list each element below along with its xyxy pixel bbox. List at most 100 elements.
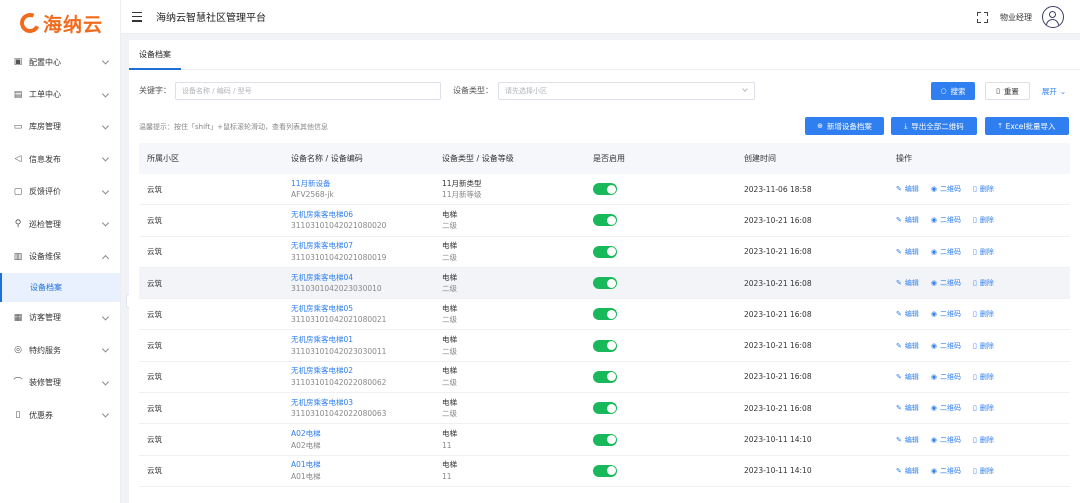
delete-button[interactable]: ▯ 删除 — [973, 278, 994, 288]
main-panel: 设备档案 关键字： 设备名称 / 编码 / 型号 设备类型： 请先选择小区 ○ 搜… — [129, 40, 1080, 503]
enabled-toggle[interactable] — [593, 402, 617, 415]
sidebar-item[interactable]: ▤ 工单中心 — [0, 78, 120, 110]
sidebar-item[interactable]: ▯ 优惠券 — [0, 399, 120, 431]
keyword-placeholder: 设备名称 / 编码 / 型号 — [182, 87, 252, 95]
device-name-link[interactable]: 无机房乘客电梯07 — [291, 240, 442, 252]
sidebar-item[interactable]: ▢ 反馈评价 — [0, 176, 120, 208]
settings-icon: ▣ — [13, 57, 23, 68]
search-button[interactable]: ○ 搜索 — [931, 82, 975, 100]
download-icon: ⤓ — [904, 121, 908, 130]
sidebar-item[interactable]: ⌒ 装修管理 — [0, 367, 120, 399]
edit-button[interactable]: ✎ 编辑 — [896, 372, 919, 382]
sidebar-item[interactable]: ◁ 信息发布 — [0, 143, 120, 175]
sidebar-subitem-device-archive[interactable]: 设备档案 — [0, 272, 120, 302]
warehouse-icon: ▭ — [13, 121, 23, 132]
qrcode-button[interactable]: ◉ 二维码 — [931, 278, 961, 288]
qrcode-button[interactable]: ◉ 二维码 — [931, 247, 961, 257]
device-name-link[interactable]: 11月新设备 — [291, 178, 442, 190]
device-type-label: 设备类型： — [453, 86, 493, 95]
enabled-toggle[interactable] — [593, 464, 617, 477]
edit-button[interactable]: ✎ 编辑 — [896, 466, 919, 476]
sidebar-item[interactable]: ▦ 访客管理 — [0, 302, 120, 334]
delete-button[interactable]: ▯ 删除 — [973, 215, 994, 225]
expand-button[interactable]: 展开 ⌄ — [1038, 82, 1070, 100]
qrcode-button[interactable]: ◉ 二维码 — [931, 309, 961, 319]
sidebar-item[interactable]: ⚲ 巡检管理 — [0, 208, 120, 240]
device-name-link[interactable]: 无机房乘客电梯06 — [291, 209, 442, 221]
delete-button[interactable]: ▯ 删除 — [973, 341, 994, 351]
keyword-input[interactable]: 设备名称 / 编码 / 型号 — [175, 82, 441, 100]
qrcode-button[interactable]: ◉ 二维码 — [931, 215, 961, 225]
menu-toggle-icon[interactable] — [132, 11, 142, 22]
avatar[interactable] — [1042, 6, 1064, 28]
enabled-toggle[interactable] — [593, 214, 617, 227]
qrcode-button[interactable]: ◉ 二维码 — [931, 372, 961, 382]
edit-button[interactable]: ✎ 编辑 — [896, 278, 919, 288]
delete-button[interactable]: ▯ 删除 — [973, 309, 994, 319]
sidebar-item[interactable]: ▣ 配置中心 — [0, 46, 120, 78]
cell-ops: ✎ 编辑 ◉ 二维码 ▯ 删除 — [896, 466, 1070, 476]
enabled-toggle[interactable] — [593, 370, 617, 383]
edit-button[interactable]: ✎ 编辑 — [896, 341, 919, 351]
edit-button[interactable]: ✎ 编辑 — [896, 247, 919, 257]
eye-icon: ◉ — [930, 372, 937, 381]
device-code: 3110310104202108​0020 — [291, 221, 387, 231]
device-name-link[interactable]: A02电梯 — [291, 428, 442, 440]
device-type-select[interactable]: 请先选择小区 — [498, 82, 755, 100]
enabled-toggle[interactable] — [593, 245, 617, 258]
device-name-link[interactable]: 无机房乘客电梯05 — [291, 303, 442, 315]
export-qrcode-button[interactable]: ⤓ 导出全部二维码 — [891, 117, 977, 135]
eye-icon: ◉ — [930, 279, 937, 288]
device-name-link[interactable]: A01电梯 — [291, 459, 442, 471]
fullscreen-icon[interactable] — [977, 11, 988, 23]
device-name-link[interactable]: 无机房乘客电梯03 — [291, 397, 442, 409]
edit-button[interactable]: ✎ 编辑 — [896, 435, 919, 445]
device-name-link[interactable]: 无机房乘客电梯02 — [291, 365, 442, 377]
device-code: 31103010420230300​10 — [291, 284, 382, 294]
coupon-icon: ▯ — [15, 410, 21, 421]
enabled-toggle[interactable] — [593, 339, 617, 352]
user-name[interactable]: 物业经理 — [1000, 12, 1032, 23]
device-level: 11 — [442, 471, 452, 481]
enabled-toggle[interactable] — [593, 183, 617, 196]
add-device-button[interactable]: ⊕ 新增设备档案 — [805, 117, 884, 135]
device-name-link[interactable]: 无机房乘客电梯01 — [291, 334, 442, 346]
edit-button[interactable]: ✎ 编辑 — [896, 215, 919, 225]
device-type: 11月新类型 — [442, 178, 482, 188]
delete-button[interactable]: ▯ 删除 — [973, 403, 994, 413]
sidebar-item[interactable]: ▥ 设备维保 — [0, 240, 120, 272]
excel-import-button[interactable]: ⤒ Excel批量导入 — [985, 117, 1069, 135]
trash-icon: ▯ — [972, 341, 977, 350]
qrcode-button[interactable]: ◉ 二维码 — [931, 341, 961, 351]
sidebar-item[interactable]: ▭ 库房管理 — [0, 111, 120, 143]
cell-enabled — [593, 402, 744, 415]
qrcode-button[interactable]: ◉ 二维码 — [931, 403, 961, 413]
delete-button[interactable]: ▯ 删除 — [973, 247, 994, 257]
tab-device-archive[interactable]: 设备档案 — [129, 40, 181, 70]
chevron-down-icon — [101, 57, 110, 65]
qrcode-button[interactable]: ◉ 二维码 — [931, 184, 961, 194]
reset-button[interactable]: ▯ 重置 — [985, 82, 1030, 100]
sidebar-item[interactable]: ◎ 特约服务 — [0, 334, 120, 366]
qrcode-button[interactable]: ◉ 二维码 — [931, 435, 961, 445]
delete-button[interactable]: ▯ 删除 — [973, 466, 994, 476]
device-name-link[interactable]: 无机房乘客电梯04 — [291, 272, 442, 284]
cell-enabled — [593, 308, 744, 321]
chevron-down-icon — [101, 122, 110, 130]
device-level: 二级 — [442, 315, 457, 325]
edit-button[interactable]: ✎ 编辑 — [896, 309, 919, 319]
tab-bar: 设备档案 — [129, 40, 1080, 70]
delete-button[interactable]: ▯ 删除 — [973, 184, 994, 194]
enabled-toggle[interactable] — [593, 308, 617, 321]
eye-icon: ◉ — [930, 341, 937, 350]
delete-button[interactable]: ▯ 删除 — [973, 372, 994, 382]
cell-enabled — [593, 245, 744, 258]
keyword-label: 关键字： — [139, 86, 171, 95]
feedback-icon: ▢ — [13, 186, 23, 197]
edit-button[interactable]: ✎ 编辑 — [896, 403, 919, 413]
enabled-toggle[interactable] — [593, 277, 617, 290]
edit-button[interactable]: ✎ 编辑 — [896, 184, 919, 194]
qrcode-button[interactable]: ◉ 二维码 — [931, 466, 961, 476]
delete-button[interactable]: ▯ 删除 — [973, 435, 994, 445]
enabled-toggle[interactable] — [593, 433, 617, 446]
